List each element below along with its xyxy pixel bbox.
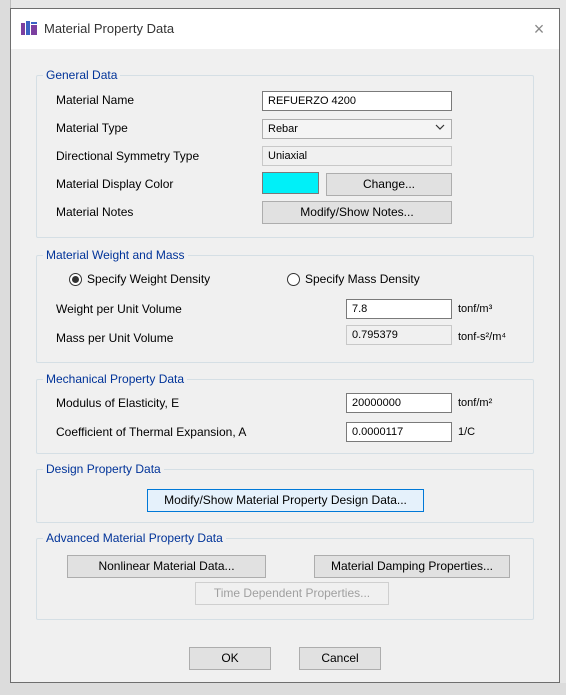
dialog-title: Material Property Data xyxy=(44,21,175,36)
specify-weight-label: Specify Weight Density xyxy=(87,272,211,286)
radio-selected-dot xyxy=(72,276,79,283)
weight-per-volume-label: Weight per Unit Volume xyxy=(56,302,182,316)
specify-mass-label: Specify Mass Density xyxy=(305,272,420,286)
material-name-label: Material Name xyxy=(56,93,135,107)
modulus-label: Modulus of Elasticity, E xyxy=(56,396,180,410)
change-color-button[interactable]: Change... xyxy=(326,173,452,196)
display-color-swatch xyxy=(262,172,319,194)
mass-unit: tonf-s²/m⁴ xyxy=(458,331,507,343)
material-type-label: Material Type xyxy=(56,121,128,135)
symmetry-type-label: Directional Symmetry Type xyxy=(56,149,200,163)
advanced-property-legend: Advanced Material Property Data xyxy=(46,531,223,545)
mechanical-property-group: Mechanical Property Data xyxy=(36,372,534,454)
specify-weight-radio[interactable] xyxy=(69,273,82,286)
thermal-expansion-label: Coefficient of Thermal Expansion, A xyxy=(56,425,247,439)
title-bar: Material Property Data × xyxy=(11,9,559,49)
time-dependent-button: Time Dependent Properties... xyxy=(195,582,389,605)
modify-show-notes-button[interactable]: Modify/Show Notes... xyxy=(262,201,452,224)
thermal-expansion-input[interactable]: 0.0000117 xyxy=(346,422,452,442)
thermal-expansion-unit: 1/C xyxy=(458,426,476,438)
material-type-select[interactable]: Rebar xyxy=(262,119,452,139)
design-property-legend: Design Property Data xyxy=(46,462,161,476)
weight-unit: tonf/m³ xyxy=(458,303,493,315)
app-icon xyxy=(21,21,37,35)
modify-show-design-data-button[interactable]: Modify/Show Material Property Design Dat… xyxy=(147,489,424,512)
chevron-down-icon xyxy=(435,122,445,135)
general-data-legend: General Data xyxy=(46,68,118,82)
weight-per-volume-input[interactable]: 7.8 xyxy=(346,299,452,319)
material-name-input[interactable]: REFUERZO 4200 xyxy=(262,91,452,111)
display-color-label: Material Display Color xyxy=(56,177,174,191)
material-type-value: Rebar xyxy=(268,123,298,135)
mass-per-volume-label: Mass per Unit Volume xyxy=(56,331,174,345)
close-icon[interactable]: × xyxy=(527,17,551,41)
symmetry-type-field: Uniaxial xyxy=(262,146,452,166)
modulus-unit: tonf/m² xyxy=(458,397,493,409)
mass-per-volume-field: 0.795379 xyxy=(346,325,452,345)
material-damping-button[interactable]: Material Damping Properties... xyxy=(314,555,510,578)
modulus-input[interactable]: 20000000 xyxy=(346,393,452,413)
background-window-bottom xyxy=(0,683,566,695)
material-property-dialog: Material Property Data × General Data Ma… xyxy=(10,8,560,683)
nonlinear-material-data-button[interactable]: Nonlinear Material Data... xyxy=(67,555,266,578)
material-notes-label: Material Notes xyxy=(56,205,134,219)
ok-button[interactable]: OK xyxy=(189,647,271,670)
weight-mass-legend: Material Weight and Mass xyxy=(46,248,185,262)
specify-mass-radio[interactable] xyxy=(287,273,300,286)
cancel-button[interactable]: Cancel xyxy=(299,647,381,670)
mechanical-property-legend: Mechanical Property Data xyxy=(46,372,185,386)
